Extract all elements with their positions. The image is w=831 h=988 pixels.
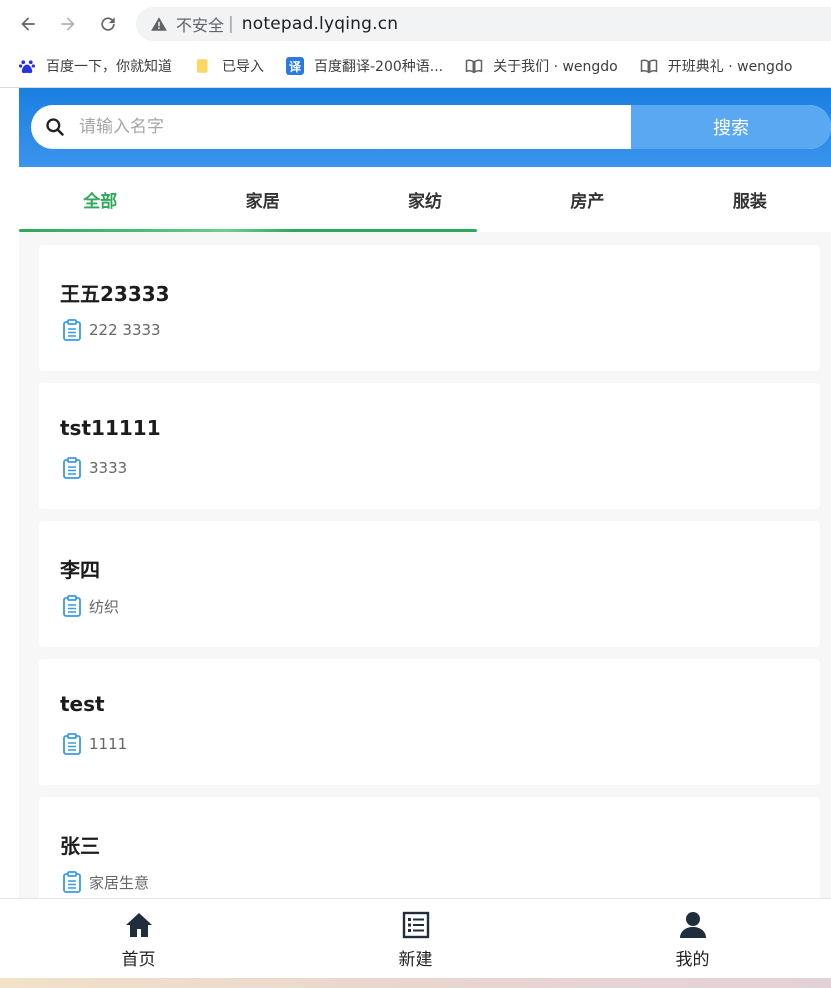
bookmark-label: 百度一下，你就知道 <box>46 59 172 75</box>
arrow-left-icon <box>21 17 35 31</box>
user-icon <box>679 912 706 938</box>
search-button[interactable]: 搜索 <box>631 105 831 149</box>
warning-icon <box>151 17 167 31</box>
clipboard-icon <box>63 457 81 479</box>
contact-note-text: 1111 <box>89 735 128 753</box>
contact-note: 222 3333 <box>62 319 161 341</box>
clipboard-icon <box>63 319 81 341</box>
arrow-right-icon <box>61 17 75 31</box>
search-icon <box>46 118 64 136</box>
url-text: notepad.lyqing.cn <box>241 14 399 34</box>
contact-note-text: 家居生意 <box>89 873 150 892</box>
nav-new[interactable]: 新建 <box>277 899 554 979</box>
contact-card[interactable]: 王五23333 222 3333 <box>39 245 820 371</box>
reload-button[interactable] <box>94 10 122 38</box>
contact-note: 家居生意 <box>62 871 149 893</box>
contact-name: 张三 <box>60 834 100 858</box>
clipboard-icon <box>63 595 81 617</box>
bookmark-baidu[interactable]: 百度一下，你就知道 <box>18 56 172 76</box>
nav-label: 新建 <box>398 950 433 970</box>
bookmark-label: 已导入 <box>222 59 264 75</box>
contact-card[interactable]: test 1111 <box>39 659 820 785</box>
contact-note: 纺织 <box>62 595 119 617</box>
bookmark-label: 关于我们 · wengdo <box>493 59 618 75</box>
insecure-label: 不安全 <box>176 16 225 35</box>
nav-label: 首页 <box>121 950 156 970</box>
tab-active-indicator <box>19 229 477 232</box>
tab-home[interactable]: 家居 <box>181 167 343 232</box>
search-header: 搜索 <box>19 88 831 167</box>
bookmark-label: 百度翻译-200种语... <box>314 59 444 75</box>
bookmarks-bar: 百度一下，你就知道 已导入 译 百度翻译-200种语... 关于我们 · wen… <box>0 50 831 82</box>
address-bar[interactable]: 不安全 | notepad.lyqing.cn <box>136 7 831 41</box>
clipboard-icon <box>63 871 81 893</box>
forward-button[interactable] <box>54 10 82 38</box>
translate-icon: 译 <box>286 57 304 75</box>
contact-card[interactable]: tst11111 3333 <box>39 383 820 509</box>
browser-chrome: 不安全 | notepad.lyqing.cn 百度一下，你就知道 已导入 译 … <box>0 0 831 88</box>
page-gutter <box>0 88 19 898</box>
contact-card[interactable]: 李四 纺织 <box>39 521 820 647</box>
address-separator: | <box>228 14 234 34</box>
contact-name: test <box>60 692 105 716</box>
home-icon <box>125 913 152 937</box>
nav-home[interactable]: 首页 <box>0 899 277 979</box>
bookmark-opening-ceremony[interactable]: 开班典礼 · wengdo <box>640 56 793 76</box>
tab-real-estate[interactable]: 房产 <box>506 167 668 232</box>
browser-nav-row: 不安全 | notepad.lyqing.cn <box>0 0 831 48</box>
contact-list: 王五23333 222 3333 tst11111 3333 李四 纺织 tes… <box>39 245 820 900</box>
book-icon <box>640 57 658 75</box>
back-button[interactable] <box>14 10 42 38</box>
page-content: 搜索 全部 家居 家纺 房产 服装 王五23333 222 3333 tst11… <box>19 88 831 900</box>
nav-label: 我的 <box>675 950 710 970</box>
baidu-paw-icon <box>18 57 36 75</box>
bookmark-label: 开班典礼 · wengdo <box>667 59 793 75</box>
folder-icon <box>194 57 212 75</box>
contact-name: 李四 <box>60 558 100 582</box>
contact-note: 1111 <box>62 733 127 755</box>
nav-mine[interactable]: 我的 <box>554 899 831 979</box>
bookmark-imported[interactable]: 已导入 <box>194 56 264 76</box>
tab-all[interactable]: 全部 <box>19 167 181 232</box>
tab-clothing[interactable]: 服装 <box>669 167 831 232</box>
search-input[interactable] <box>79 105 619 149</box>
list-icon <box>402 911 429 939</box>
contact-note-text: 222 3333 <box>89 321 161 339</box>
contact-name: 王五23333 <box>60 282 170 306</box>
book-icon <box>465 57 483 75</box>
contact-name: tst11111 <box>60 416 161 440</box>
taskbar-strip <box>0 978 831 988</box>
clipboard-icon <box>63 733 81 755</box>
reload-icon <box>101 17 115 31</box>
contact-note: 3333 <box>62 457 127 479</box>
bookmark-about-us[interactable]: 关于我们 · wengdo <box>465 56 618 76</box>
tab-textile[interactable]: 家纺 <box>344 167 506 232</box>
contact-note-text: 3333 <box>89 459 128 477</box>
contact-note-text: 纺织 <box>89 597 120 616</box>
bookmark-baidu-translate[interactable]: 译 百度翻译-200种语... <box>286 56 443 76</box>
search-bar: 搜索 <box>31 105 831 149</box>
bottom-nav: 首页 新建 我的 <box>0 898 831 978</box>
category-tabs: 全部 家居 家纺 房产 服装 <box>19 167 831 232</box>
contact-card[interactable]: 张三 家居生意 <box>39 797 820 900</box>
